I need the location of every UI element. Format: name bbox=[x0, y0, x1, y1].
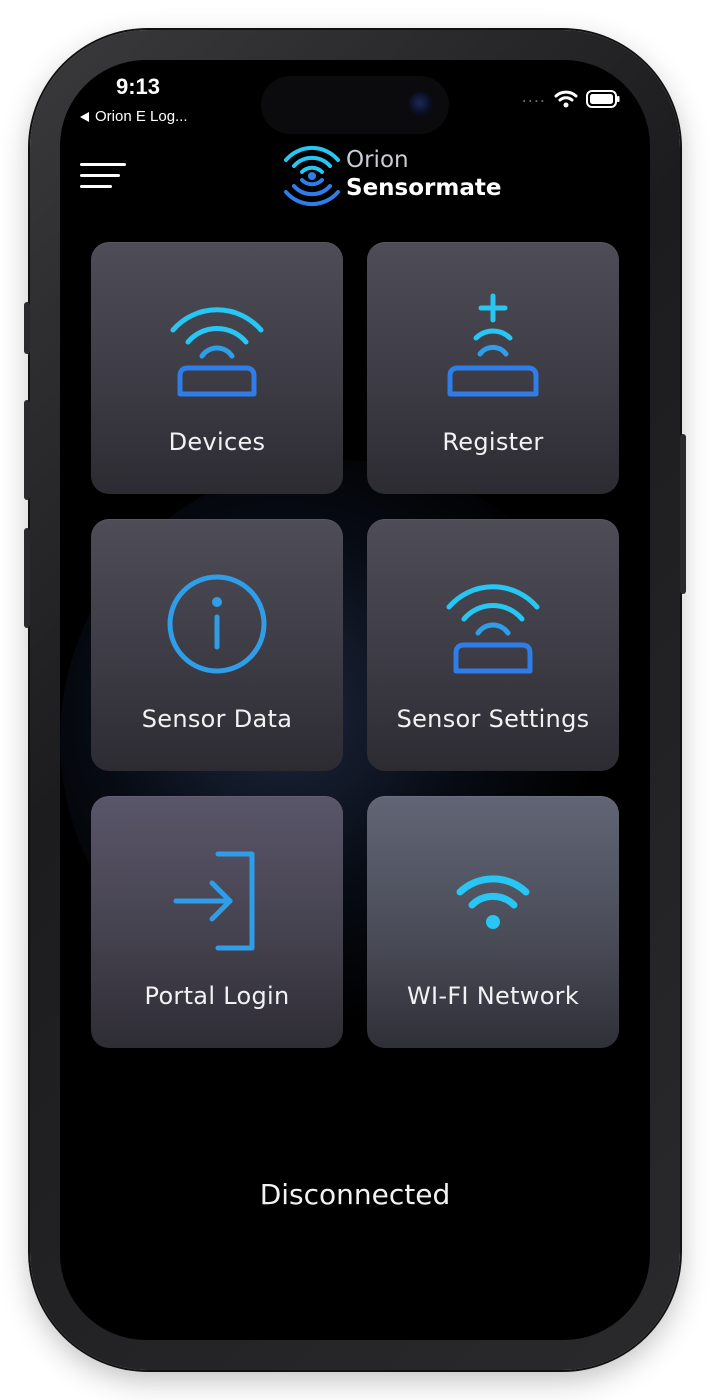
wifi-icon bbox=[367, 846, 619, 956]
battery-icon bbox=[586, 90, 620, 108]
register-tile[interactable]: Register bbox=[367, 242, 619, 494]
login-arrow-icon bbox=[91, 846, 343, 956]
devices-label: Devices bbox=[168, 428, 266, 456]
volume-down-button bbox=[24, 528, 30, 628]
sensor-settings-label: Sensor Settings bbox=[396, 705, 590, 733]
devices-tile[interactable]: Devices bbox=[91, 242, 343, 494]
sensor-wireless-icon bbox=[91, 292, 343, 402]
power-button bbox=[680, 434, 686, 594]
connection-status: Disconnected bbox=[259, 1178, 451, 1211]
back-to-app-link[interactable]: Orion E Log... bbox=[80, 108, 188, 125]
logo-line-orion: Orion bbox=[346, 147, 409, 173]
action-button bbox=[24, 302, 30, 354]
back-app-label: Orion E Log... bbox=[95, 108, 188, 125]
wifi-network-tile[interactable]: WI-FI Network bbox=[367, 796, 619, 1048]
hamburger-menu-icon[interactable] bbox=[80, 160, 128, 192]
sensor-add-icon bbox=[367, 292, 619, 402]
sensor-wireless-icon bbox=[367, 569, 619, 679]
info-circle-icon bbox=[91, 569, 343, 679]
screen-content: 9:13 Orion E Log... .... Orion Sensormat… bbox=[60, 60, 650, 1340]
portal-login-label: Portal Login bbox=[144, 982, 290, 1010]
portal-login-tile[interactable]: Portal Login bbox=[91, 796, 343, 1048]
sensor-settings-tile[interactable]: Sensor Settings bbox=[367, 519, 619, 771]
front-camera bbox=[409, 92, 433, 116]
status-icons: .... bbox=[521, 86, 620, 108]
cellular-dots-icon: .... bbox=[521, 86, 546, 106]
logo-line-sensormate: Sensormate bbox=[346, 175, 502, 201]
wifi-icon bbox=[554, 90, 578, 108]
wifi-network-label: WI-FI Network bbox=[406, 982, 580, 1010]
logo-text: Orion Sensormate bbox=[346, 146, 501, 202]
sensor-data-label: Sensor Data bbox=[141, 705, 293, 733]
sensor-data-tile[interactable]: Sensor Data bbox=[91, 519, 343, 771]
register-label: Register bbox=[442, 428, 544, 456]
back-arrow-icon bbox=[80, 111, 89, 122]
sensormate-logo-icon bbox=[284, 145, 340, 207]
volume-up-button bbox=[24, 400, 30, 500]
app-logo: Orion Sensormate bbox=[280, 138, 501, 210]
status-time: 9:13 bbox=[116, 74, 161, 99]
